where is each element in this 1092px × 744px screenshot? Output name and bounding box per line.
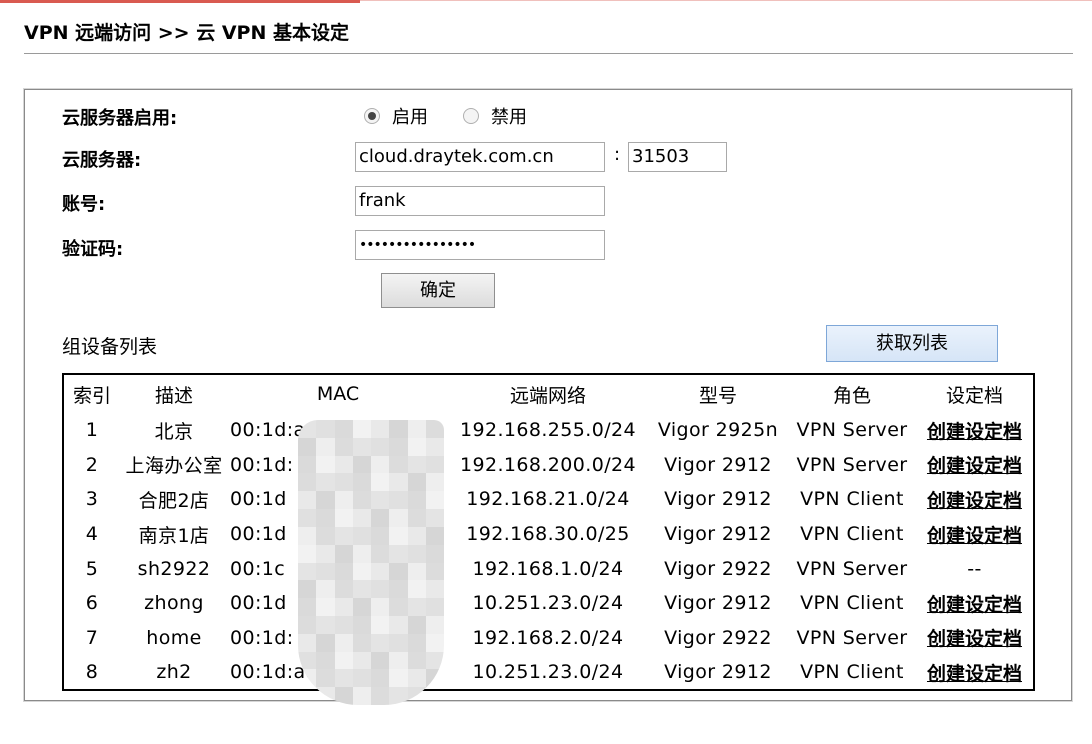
cell-index: 7 [85,626,99,649]
cell-index: 8 [85,661,99,684]
enable-option-off-label: 禁用 [491,107,527,128]
cell-desc: sh2922 [137,557,211,580]
column-header-index: 索引 [72,384,111,407]
cell-model: Vigor 2922 [664,557,772,580]
cell-network: 192.168.2.0/24 [472,626,624,649]
title-divider [24,53,1073,54]
table-row: 4 南京1店 00:1d 192.168.30.0/25 Vigor 2912 VPN C… [64,517,1033,552]
server-port-separator: : [614,144,621,165]
cell-desc: home [146,626,202,649]
cell-desc: 合肥2店 [138,489,210,512]
server-label: 云服务器: [62,150,142,171]
enable-label: 云服务器启用: [62,108,178,129]
cell-desc: zh2 [156,661,192,684]
mac-redaction-blur [298,420,444,705]
cell-role: VPN Client [800,592,904,615]
password-input[interactable]: •••••••••••••••• [355,230,605,260]
cell-desc: zhong [144,592,204,615]
cell-model: Vigor 2925n [657,419,779,442]
cell-profile[interactable]: 创建设定档 [916,586,1033,621]
password-label: 验证码: [62,239,124,260]
top-accent-line-faint [360,0,1092,1]
cell-profile[interactable]: 创建设定档 [916,482,1033,517]
cell-network: 192.168.30.0/25 [466,523,630,546]
cell-role: VPN Client [800,488,904,511]
column-header-desc: 描述 [154,384,193,407]
cell-model: Vigor 2912 [664,488,772,511]
cell-desc: 上海办公室 [125,455,223,478]
cell-network: 10.251.23.0/24 [472,661,624,684]
cell-profile[interactable]: 创建设定档 [916,655,1033,690]
cell-profile[interactable]: 创建设定档 [916,517,1033,552]
enable-option-off[interactable]: 禁用 [463,103,527,129]
radio-unselected-icon[interactable] [463,108,479,124]
cell-index: 5 [85,557,99,580]
fetch-list-button[interactable]: 获取列表 [826,325,998,362]
cell-profile[interactable]: 创建设定档 [916,413,1033,448]
table-row: 1 北京 00:1d:a 192.168.255.0/24 Vigor 2925n VPN… [64,413,1033,448]
cell-network: 192.168.21.0/24 [466,488,630,511]
cell-network: 192.168.200.0/24 [460,453,636,476]
cell-index: 6 [85,592,99,615]
table-row: 8 zh2 00:1d:aa 10.251.23.0/24 Vigor 2912 VPN … [64,655,1033,690]
cell-role: VPN Client [800,523,904,546]
column-header-model: 型号 [698,384,737,407]
cell-index: 2 [85,453,99,476]
cell-index: 3 [85,488,99,511]
table-row: 3 合肥2店 00:1d 192.168.21.0/24 Vigor 2912 VPN C… [64,482,1033,517]
cell-role: VPN Server [796,453,908,476]
cell-role: VPN Server [796,557,908,580]
table-row: 6 zhong 00:1d 10.251.23.0/24 Vigor 2912 VPN C… [64,586,1033,621]
device-list-title: 组设备列表 [62,336,158,358]
cell-model: Vigor 2922 [664,626,772,649]
cell-model: Vigor 2912 [664,592,772,615]
cell-model: Vigor 2912 [664,523,772,546]
server-port-input[interactable]: 31503 [628,142,727,172]
cell-network: 10.251.23.0/24 [472,592,624,615]
cell-role: VPN Client [800,661,904,684]
cell-role: VPN Server [796,626,908,649]
column-header-mac: MAC [316,383,360,405]
account-input[interactable]: frank [355,186,605,216]
table-row: 2 上海办公室 00:1d: 192.168.200.0/24 Vigor 2912 VP… [64,448,1033,483]
cell-network: 192.168.255.0/24 [460,419,636,442]
confirm-button[interactable]: 确定 [381,273,495,308]
radio-selected-icon[interactable] [364,108,380,124]
top-accent-line [0,0,360,3]
cell-model: Vigor 2912 [664,453,772,476]
cell-desc: 南京1店 [138,524,210,547]
device-table: 索引 描述 MAC 远端网络 型号 角色 设定档 1 北京 00:1d:a 192.1… [62,373,1035,691]
enable-option-on-label: 启用 [392,107,428,128]
cell-profile: -- [967,557,982,580]
column-header-profile: 设定档 [945,384,1003,407]
column-header-role: 角色 [832,384,871,407]
page-title: VPN 远端访问 >> 云 VPN 基本设定 [24,22,349,44]
table-row: 7 home 00:1d: 192.168.2.0/24 Vigor 2922 VPN S… [64,621,1033,656]
cell-profile[interactable]: 创建设定档 [916,621,1033,656]
cell-network: 192.168.1.0/24 [472,557,624,580]
cell-desc: 北京 [154,420,194,443]
cell-index: 1 [85,419,99,442]
account-label: 账号: [62,194,106,215]
cell-role: VPN Server [796,419,908,442]
column-header-network: 远端网络 [509,384,586,407]
cell-profile[interactable]: 创建设定档 [916,448,1033,483]
cell-model: Vigor 2912 [664,661,772,684]
table-header-row: 索引 描述 MAC 远端网络 型号 角色 设定档 [64,375,1033,413]
cell-index: 4 [85,523,99,546]
table-row: 5 sh2922 00:1c 192.168.1.0/24 Vigor 2922 VPN … [64,551,1033,586]
server-host-input[interactable]: cloud.draytek.com.cn [355,142,605,172]
enable-option-on[interactable]: 启用 [364,103,428,129]
